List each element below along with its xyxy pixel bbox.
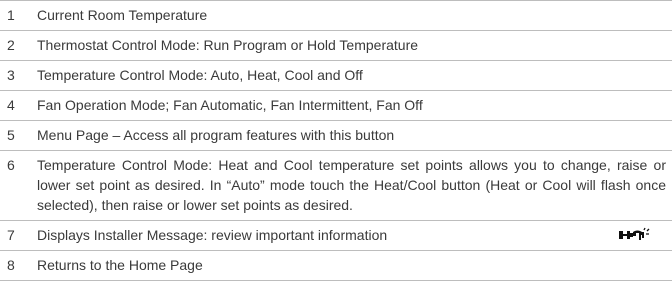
row-number: 3 xyxy=(7,67,15,83)
row-description: Temperature Control Mode: Heat and Cool … xyxy=(37,157,666,213)
row-number: 1 xyxy=(7,7,15,23)
row-number: 2 xyxy=(7,37,15,53)
legend-row-5: 5 Menu Page – Access all program feature… xyxy=(0,121,672,151)
legend-row-6: 6 Temperature Control Mode: Heat and Coo… xyxy=(0,151,672,221)
row-number: 5 xyxy=(7,127,15,143)
row-number: 7 xyxy=(7,227,15,243)
row-number: 6 xyxy=(7,157,15,173)
legend-row-4: 4 Fan Operation Mode; Fan Automatic, Fan… xyxy=(0,91,672,121)
row-description: Displays Installer Message: review impor… xyxy=(37,227,388,243)
row-description: Current Room Temperature xyxy=(37,7,208,23)
row-description-with-icon: Displays Installer Message: review impor… xyxy=(37,225,672,245)
row-description: Temperature Control Mode: Auto, Heat, Co… xyxy=(37,67,363,83)
installer-message-icon xyxy=(619,227,650,240)
row-description: Menu Page – Access all program features … xyxy=(37,127,395,143)
row-description: Returns to the Home Page xyxy=(37,257,203,273)
legend-row-1: 1 Current Room Temperature xyxy=(0,1,672,31)
legend-row-3: 3 Temperature Control Mode: Auto, Heat, … xyxy=(0,61,672,91)
legend-table: 1 Current Room Temperature 2 Thermostat … xyxy=(0,0,672,281)
row-number: 8 xyxy=(7,257,15,273)
row-number: 4 xyxy=(7,97,15,113)
row-description: Fan Operation Mode; Fan Automatic, Fan I… xyxy=(37,97,423,113)
legend-row-2: 2 Thermostat Control Mode: Run Program o… xyxy=(0,31,672,61)
row-description: Thermostat Control Mode: Run Program or … xyxy=(37,37,419,53)
legend-row-7: 7 Displays Installer Message: review imp… xyxy=(0,221,672,251)
